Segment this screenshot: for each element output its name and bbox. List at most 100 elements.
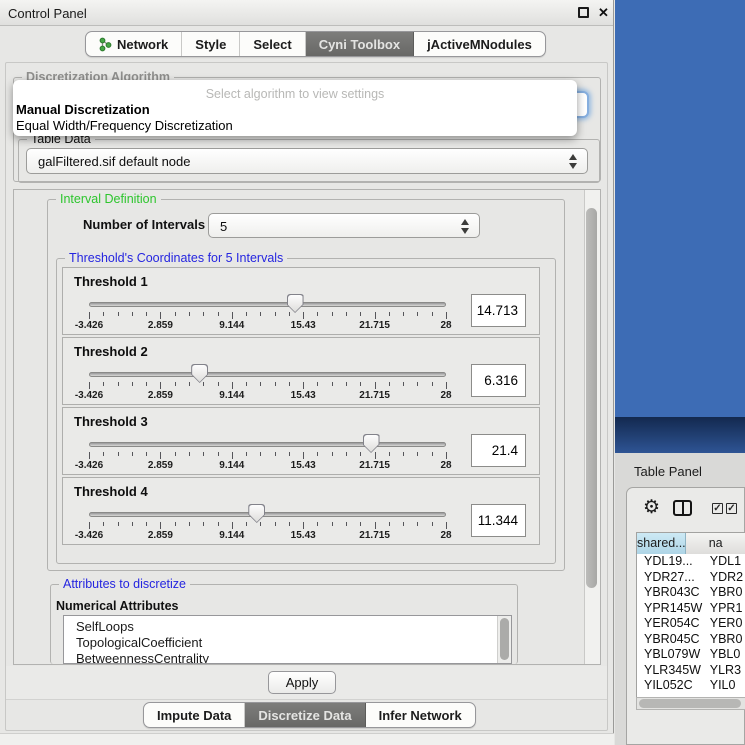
tick-mark <box>89 382 90 389</box>
attributes-list-scrollbar[interactable] <box>497 616 511 663</box>
tab-impute-data[interactable]: Impute Data <box>144 703 245 727</box>
spinner-stepper-icon[interactable] <box>461 218 470 235</box>
tab-infer-network[interactable]: Infer Network <box>366 703 475 727</box>
table-cell[interactable]: YER054C <box>637 616 703 632</box>
table-row[interactable]: YDL19...YDL1 <box>637 554 745 570</box>
table-cell[interactable]: YBR0 <box>703 632 745 648</box>
tick-mark <box>432 312 433 316</box>
table-data-combobox[interactable]: galFiltered.sif default node <box>26 148 588 174</box>
table-cell[interactable]: YLR3 <box>703 663 745 679</box>
algorithm-placeholder: Select algorithm to view settings <box>13 87 577 101</box>
table-cell[interactable]: YDL19... <box>637 554 703 570</box>
table-cell[interactable]: YBL0 <box>703 647 745 663</box>
table-cell[interactable]: YLR345W <box>637 663 703 679</box>
threshold-value-field[interactable]: 14.713 <box>471 294 526 327</box>
split-columns-icon[interactable] <box>673 500 692 516</box>
algorithm-option-equal-width-frequency-discretization[interactable]: Equal Width/Frequency Discretization <box>16 118 233 133</box>
tab-label: Discretize Data <box>258 708 351 723</box>
table-cell[interactable]: YBL079W <box>637 647 703 663</box>
table-panel-body: ⚙ ✓ ✓ shared... na YDL19...YDL1YDR27...Y… <box>626 487 745 745</box>
tick-mark <box>417 382 418 386</box>
threshold-label: Threshold 3 <box>74 414 148 429</box>
table-cell[interactable]: YBR043C <box>637 585 703 601</box>
float-panel-icon[interactable] <box>578 7 589 18</box>
table-cell[interactable]: YIL0 <box>703 678 745 694</box>
table-cell[interactable]: YBR045C <box>637 632 703 648</box>
tick-mark <box>175 522 176 526</box>
apply-button[interactable]: Apply <box>268 671 336 694</box>
tab-label: Select <box>253 37 291 52</box>
threshold-slider-track[interactable] <box>89 512 446 517</box>
tick-label: 28 <box>440 460 451 471</box>
close-panel-icon[interactable]: ✕ <box>598 5 609 21</box>
tick-mark <box>189 382 190 386</box>
tab-label: jActiveMNodules <box>427 37 532 52</box>
slider-ticks <box>89 311 447 320</box>
tick-mark <box>218 382 219 386</box>
tick-mark <box>432 452 433 456</box>
tick-mark <box>175 452 176 456</box>
table-row[interactable]: YDR27...YDR2 <box>637 570 745 586</box>
table-horizontal-scrollbar[interactable] <box>636 697 745 710</box>
table-cell[interactable]: YDR2 <box>703 570 745 586</box>
table-row[interactable]: YBL079WYBL0 <box>637 647 745 663</box>
node-attribute-table[interactable]: shared... na YDL19...YDL1YDR27...YDR2YBR… <box>636 532 745 697</box>
scrollbar-thumb[interactable] <box>639 699 741 708</box>
tick-mark <box>260 522 261 526</box>
threshold-panel-3: Threshold 3 21.4 -3.4262.8599.14415.4321… <box>62 407 540 475</box>
table-row[interactable]: YBR045CYBR0 <box>637 632 745 648</box>
threshold-value-field[interactable]: 11.344 <box>471 504 526 537</box>
tab-jactivemnodules[interactable]: jActiveMNodules <box>414 32 545 56</box>
attribute-item-topologicalcoefficient[interactable]: TopologicalCoefficient <box>64 635 511 651</box>
table-cell[interactable]: YER0 <box>703 616 745 632</box>
attribute-item-betweennesscentrality[interactable]: BetweennessCentrality <box>64 651 511 664</box>
threshold-slider-track[interactable] <box>89 302 446 307</box>
number-of-intervals-spinner[interactable]: 5 <box>208 213 480 238</box>
threshold-value-field[interactable]: 6.316 <box>471 364 526 397</box>
tick-mark <box>346 312 347 316</box>
table-cell[interactable]: YIL052C <box>637 678 703 694</box>
column-header-name[interactable]: na <box>686 533 745 554</box>
table-cell[interactable]: YDL1 <box>703 554 745 570</box>
table-row[interactable]: YLR345WYLR3 <box>637 663 745 679</box>
application-window: Control Panel ✕ NetworkStyleSelectCyni T… <box>0 0 745 745</box>
network-icon <box>99 37 112 52</box>
checkbox-icon[interactable]: ✓ <box>712 503 723 514</box>
tick-mark <box>389 312 390 316</box>
scrollbar-thumb[interactable] <box>500 618 509 660</box>
tick-mark <box>203 522 204 526</box>
table-cell[interactable]: YPR1 <box>703 601 745 617</box>
tick-mark <box>132 522 133 526</box>
tick-mark <box>303 522 304 529</box>
settings-scrollbar-thumb[interactable] <box>586 208 597 588</box>
tab-style[interactable]: Style <box>182 32 240 56</box>
tab-discretize-data[interactable]: Discretize Data <box>245 703 365 727</box>
table-cell[interactable]: YPR145W <box>637 601 703 617</box>
table-row[interactable]: YBR043CYBR0 <box>637 585 745 601</box>
gear-icon[interactable]: ⚙ <box>643 498 660 517</box>
tab-cyni-toolbox[interactable]: Cyni Toolbox <box>306 32 414 56</box>
algorithm-option-manual-discretization[interactable]: Manual Discretization <box>16 102 150 117</box>
threshold-slider-track[interactable] <box>89 372 446 377</box>
combobox-stepper-icon[interactable] <box>569 153 578 170</box>
threshold-panel-2: Threshold 2 6.316 -3.4262.8599.14415.432… <box>62 337 540 405</box>
attribute-item-selfloops[interactable]: SelfLoops <box>64 616 511 635</box>
tab-network[interactable]: Network <box>86 32 182 56</box>
table-cell[interactable]: YBR0 <box>703 585 745 601</box>
table-row[interactable]: YIL052CYIL0 <box>637 678 745 694</box>
tick-mark <box>160 452 161 459</box>
checkbox-icon[interactable]: ✓ <box>726 503 737 514</box>
numerical-attributes-list[interactable]: SelfLoopsTopologicalCoefficientBetweenne… <box>63 615 512 664</box>
table-cell[interactable]: YDR27... <box>637 570 703 586</box>
threshold-value-field[interactable]: 21.4 <box>471 434 526 467</box>
tick-mark <box>317 522 318 526</box>
table-row[interactable]: YPR145WYPR1 <box>637 601 745 617</box>
tick-mark <box>146 312 147 316</box>
tick-mark <box>103 522 104 526</box>
tab-select[interactable]: Select <box>240 32 305 56</box>
threshold-slider-track[interactable] <box>89 442 446 447</box>
number-of-intervals-value: 5 <box>220 219 227 234</box>
table-row[interactable]: YER054CYER0 <box>637 616 745 632</box>
tick-label: 15.43 <box>291 390 316 401</box>
column-header-shared-name[interactable]: shared... <box>637 533 686 554</box>
